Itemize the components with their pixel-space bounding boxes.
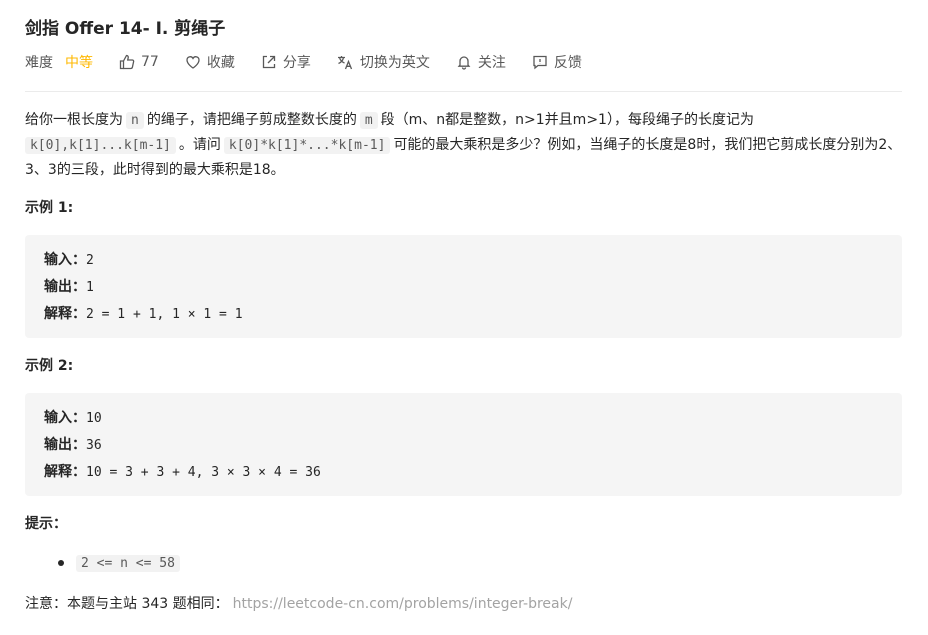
inline-code-m: m: [359, 112, 378, 129]
bell-icon: [457, 56, 471, 70]
output-value: 36: [86, 438, 102, 453]
difficulty-label: 难度: [25, 55, 53, 71]
share-label: 分享: [282, 55, 311, 71]
switch-language-button[interactable]: 切换为英文: [337, 52, 430, 72]
like-button[interactable]: 77: [119, 54, 159, 70]
output-label: 输出：: [44, 437, 86, 453]
inline-code-k: k[0],k[1]...k[m-1]: [25, 137, 176, 154]
share-icon: [262, 55, 275, 69]
feedback-button[interactable]: 反馈: [532, 52, 582, 72]
example-2-explain: 解释：10 = 3 + 3 + 4, 3 × 3 × 4 = 36: [44, 459, 883, 486]
difficulty-value: 中等: [65, 55, 93, 71]
inline-code-product: k[0]*k[1]*...*k[m-1]: [223, 137, 391, 154]
hints-title: 提示：: [25, 516, 67, 532]
output-label: 输出：: [44, 279, 86, 295]
explain-label: 解释：: [44, 306, 86, 322]
share-button[interactable]: 分享: [261, 52, 311, 72]
example-2-title: 示例 2:: [25, 358, 74, 374]
collect-label: 收藏: [206, 55, 235, 71]
hint-item: 2 <= n <= 58: [76, 554, 180, 572]
translate-icon: [337, 56, 352, 70]
list-bullet: [58, 560, 64, 566]
inline-code-n: n: [126, 112, 144, 129]
header-divider: [25, 91, 902, 92]
description-text: 。请问: [178, 137, 221, 153]
collect-button[interactable]: 收藏: [185, 52, 235, 72]
explain-value: 2 = 1 + 1, 1 × 1 = 1: [86, 307, 243, 322]
example-2-box: 输入：10 输出：36 解释：10 = 3 + 3 + 4, 3 × 3 × 4…: [25, 393, 902, 496]
example-1-output: 输出：1: [44, 274, 883, 301]
note: 注意：本题与主站 343 题相同： https://leetcode-cn.com…: [25, 592, 572, 616]
thumbs-up-icon: [119, 54, 135, 70]
note-text: 注意：本题与主站 343 题相同：: [25, 596, 229, 612]
input-value: 10: [86, 411, 102, 426]
explain-label: 解释：: [44, 464, 86, 480]
description-text: 段（m、n都是整数，n>1并且m>1），每段绳子的长度记为: [380, 112, 754, 128]
feedback-label: 反馈: [553, 55, 582, 71]
input-label: 输入：: [44, 252, 86, 268]
heart-icon: [186, 56, 200, 69]
example-1-box: 输入：2 输出：1 解释：2 = 1 + 1, 1 × 1 = 1: [25, 235, 902, 338]
output-value: 1: [86, 280, 94, 295]
input-label: 输入：: [44, 410, 86, 426]
hints-list: 2 <= n <= 58: [25, 550, 183, 576]
difficulty: 难度 中等: [25, 52, 93, 72]
example-1-title: 示例 1:: [25, 200, 74, 216]
feedback-icon: [533, 55, 547, 70]
example-2-output: 输出：36: [44, 432, 883, 459]
problem-title: 剑指 Offer 14- I. 剪绳子: [25, 19, 226, 39]
example-2-input: 输入：10: [44, 405, 883, 432]
follow-label: 关注: [477, 55, 506, 71]
main-site-problem-link[interactable]: https://leetcode-cn.com/problems/integer…: [233, 596, 573, 612]
follow-button[interactable]: 关注: [456, 52, 506, 72]
description-text: 给你一根长度为: [25, 112, 123, 128]
explain-value: 10 = 3 + 3 + 4, 3 × 3 × 4 = 36: [86, 465, 321, 480]
description-text: 的绳子，请把绳子剪成整数长度的: [146, 112, 357, 128]
switch-language-label: 切换为英文: [359, 55, 430, 71]
example-1-explain: 解释：2 = 1 + 1, 1 × 1 = 1: [44, 301, 883, 328]
problem-meta-bar: 难度 中等 77 收藏 分享 切换为英文 关注 反馈: [25, 50, 608, 74]
example-1-input: 输入：2: [44, 247, 883, 274]
input-value: 2: [86, 253, 94, 268]
like-count: 77: [141, 54, 159, 70]
problem-description: 给你一根长度为 n 的绳子，请把绳子剪成整数长度的 m 段（m、n都是整数，n>1并且m…: [25, 108, 902, 182]
